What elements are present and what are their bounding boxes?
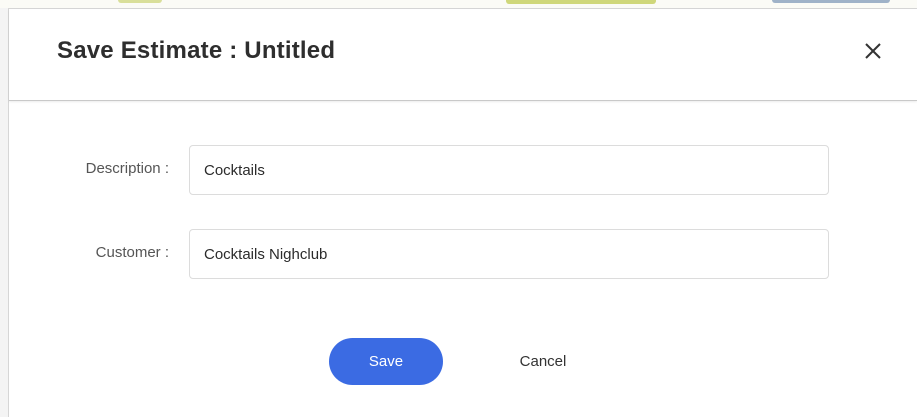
close-icon (861, 39, 885, 63)
description-input[interactable] (189, 145, 829, 195)
description-label: Description : (85, 160, 169, 177)
dialog-header: Save Estimate : Untitled (9, 9, 917, 101)
cancel-button[interactable]: Cancel (487, 338, 599, 385)
background-decoration (118, 0, 162, 3)
save-estimate-dialog: Save Estimate : Untitled Description : C… (8, 8, 917, 417)
customer-row: Customer : (9, 229, 917, 279)
background-page-strip (0, 0, 917, 8)
close-button[interactable] (861, 39, 885, 63)
customer-label: Customer : (95, 244, 169, 261)
customer-input[interactable] (189, 229, 829, 279)
background-decoration (772, 0, 890, 3)
dialog-title: Save Estimate : Untitled (57, 37, 336, 64)
background-decoration (506, 0, 656, 4)
save-button[interactable]: Save (329, 338, 443, 385)
description-row: Description : (9, 145, 917, 195)
